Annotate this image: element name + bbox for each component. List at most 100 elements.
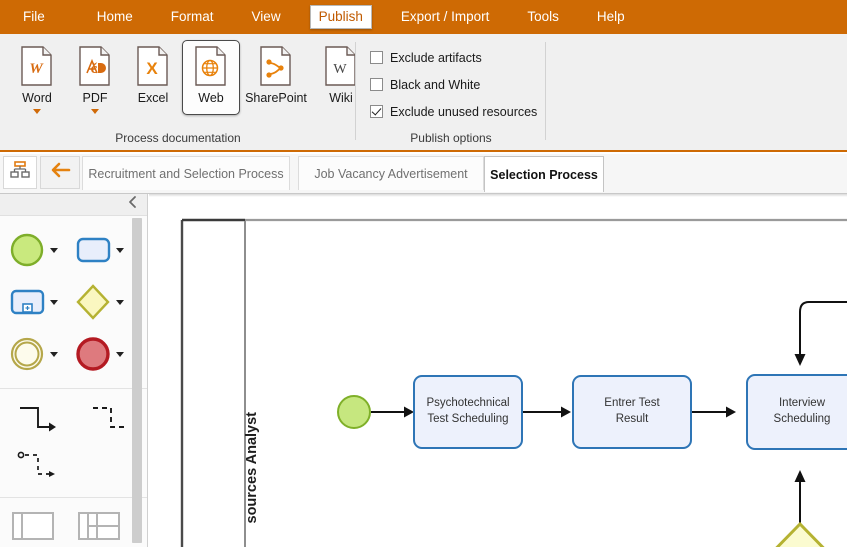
association-connector-icon: [14, 446, 60, 486]
exclude-artifacts-row[interactable]: Exclude artifacts: [370, 44, 537, 71]
excel-export-label: Excel: [137, 91, 169, 105]
palette-item-start-event[interactable]: [0, 230, 66, 270]
palette-item-intermediate-event[interactable]: [0, 334, 66, 374]
start-event-node[interactable]: [337, 395, 371, 429]
exclude-unused-resources-row[interactable]: Exclude unused resources: [370, 98, 537, 125]
menu-bar: File Home Format View Publish Export / I…: [0, 0, 847, 34]
intermediate-event-shape-icon: [8, 334, 48, 374]
task-label: Interview Scheduling: [773, 397, 831, 425]
sharepoint-file-icon: [259, 46, 293, 86]
task-shape-icon: [74, 230, 114, 270]
gateway-dropdown-caret-icon[interactable]: [116, 299, 124, 305]
web-file-icon: [194, 46, 228, 86]
application-window: File Home Format View Publish Export / I…: [0, 0, 847, 547]
message-flow-connector-icon: [87, 400, 133, 440]
end-event-shape-icon: [74, 334, 114, 374]
palette-row-2: [0, 276, 147, 328]
process-documentation-group-label: Process documentation: [115, 131, 241, 145]
document-tab-label: Recruitment and Selection Process: [88, 166, 284, 181]
menu-item-file[interactable]: File: [14, 5, 54, 29]
excel-export-button[interactable]: X Excel: [124, 40, 182, 115]
word-dropdown-caret-icon[interactable]: [33, 109, 41, 114]
pdf-export-label: PDF: [82, 91, 108, 105]
exclude-artifacts-label: Exclude artifacts: [390, 50, 482, 65]
task-label: Entrer Test Result: [604, 397, 660, 425]
wiki-export-label: Wiki: [329, 91, 353, 105]
intermediate-event-dropdown-caret-icon[interactable]: [50, 351, 58, 357]
black-and-white-label: Black and White: [390, 77, 481, 92]
menu-item-export-import[interactable]: Export / Import: [392, 5, 499, 29]
svg-text:X: X: [146, 59, 158, 78]
document-tab-label: Job Vacancy Advertisement: [314, 166, 468, 181]
word-file-icon: W: [20, 46, 54, 86]
palette-item-gateway[interactable]: [66, 282, 132, 322]
web-export-button[interactable]: Web: [182, 40, 240, 115]
palette-item-association[interactable]: [0, 446, 74, 486]
start-event-shape-icon: [8, 230, 48, 270]
task-node-psychotechnical-test-scheduling[interactable]: Psychotechnical Test Scheduling: [413, 375, 523, 449]
diagram-tree-button[interactable]: [3, 156, 37, 189]
task-node-entrer-test-result[interactable]: Entrer Test Result: [572, 375, 692, 449]
back-arrow-icon: [49, 161, 71, 184]
palette-scrollbar[interactable]: [132, 218, 142, 543]
menu-item-help[interactable]: Help: [588, 5, 634, 29]
publish-options-group-label: Publish options: [410, 131, 492, 145]
exclude-artifacts-checkbox[interactable]: [370, 51, 383, 64]
palette-item-pool[interactable]: [0, 509, 66, 547]
menu-item-home[interactable]: Home: [88, 5, 142, 29]
ribbon-group-process-documentation: W Word č PDF X Excel Web SharePoint W Wi…: [0, 34, 356, 150]
menu-item-tools[interactable]: Tools: [518, 5, 568, 29]
lane-label: sources Analyst: [244, 412, 260, 524]
end-event-dropdown-caret-icon[interactable]: [116, 351, 124, 357]
svg-text:W: W: [333, 62, 347, 77]
document-tab-job-vacancy-advertisement[interactable]: Job Vacancy Advertisement: [298, 156, 484, 190]
word-export-button[interactable]: W Word: [8, 40, 66, 115]
palette-row-1: [0, 224, 147, 276]
exclude-unused-resources-checkbox[interactable]: [370, 105, 383, 118]
palette-section-containers: [0, 498, 147, 547]
palette-item-lane[interactable]: [66, 509, 132, 547]
palette-item-sequence-flow[interactable]: [0, 400, 74, 440]
palette-item-task[interactable]: [66, 230, 132, 270]
back-button[interactable]: [40, 156, 80, 189]
lane-shape-icon: [75, 509, 123, 547]
palette-row-containers: [0, 506, 147, 547]
task-dropdown-caret-icon[interactable]: [116, 247, 124, 253]
web-export-label: Web: [198, 91, 224, 105]
pool-shape-icon: [9, 509, 57, 547]
palette-row-connectors-1: [0, 397, 147, 443]
black-and-white-checkbox[interactable]: [370, 78, 383, 91]
ribbon-group-separator-2: [545, 42, 546, 140]
wiki-file-icon: W: [324, 46, 358, 86]
start-event-dropdown-caret-icon[interactable]: [50, 247, 58, 253]
sharepoint-export-label: SharePoint: [245, 91, 307, 105]
sequence-flow-connector-icon: [14, 400, 60, 440]
palette-row-connectors-2: [0, 443, 147, 489]
diagram-tree-icon: [10, 161, 30, 184]
pdf-dropdown-caret-icon[interactable]: [91, 109, 99, 114]
ribbon-group-publish-options: Exclude artifacts Black and White Exclud…: [356, 34, 546, 150]
palette-row-3: [0, 328, 147, 380]
chevron-left-icon[interactable]: [127, 195, 139, 214]
menu-item-publish[interactable]: Publish: [309, 5, 372, 29]
gateway-shape[interactable]: [749, 520, 847, 547]
palette-item-subprocess[interactable]: [0, 282, 66, 322]
process-documentation-buttons: W Word č PDF X Excel Web SharePoint W Wi…: [8, 40, 370, 115]
subprocess-dropdown-caret-icon[interactable]: [50, 299, 58, 305]
excel-file-icon: X: [136, 46, 170, 86]
black-and-white-row[interactable]: Black and White: [370, 71, 537, 98]
palette-scrollbar-thumb[interactable]: [132, 218, 142, 543]
pdf-file-icon: č: [78, 46, 112, 86]
document-tab-recruitment-and-selection-process[interactable]: Recruitment and Selection Process: [82, 156, 290, 190]
sharepoint-export-button[interactable]: SharePoint: [240, 40, 312, 115]
task-label: Psychotechnical Test Scheduling: [426, 397, 510, 425]
shape-palette: [0, 194, 148, 547]
ribbon: W Word č PDF X Excel Web SharePoint W Wi…: [0, 34, 847, 152]
pdf-export-button[interactable]: č PDF: [66, 40, 124, 115]
menu-item-format[interactable]: Format: [162, 5, 223, 29]
task-node-interview-scheduling[interactable]: Interview Scheduling: [746, 374, 847, 450]
diagram-canvas[interactable]: Psychotechnical Test Scheduling Entrer T…: [149, 194, 847, 547]
palette-item-end-event[interactable]: [66, 334, 132, 374]
menu-item-view[interactable]: View: [243, 5, 290, 29]
document-tab-selection-process[interactable]: Selection Process: [484, 156, 604, 192]
